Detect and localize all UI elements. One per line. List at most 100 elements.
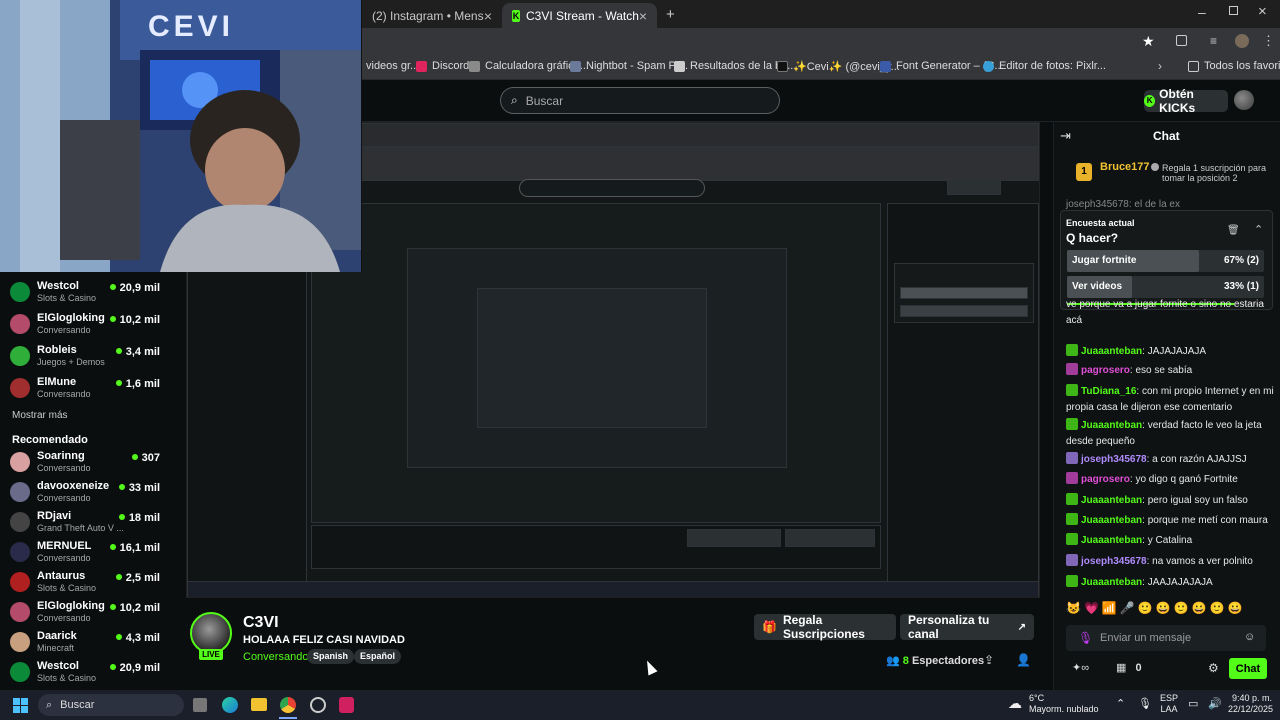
extensions-icon[interactable] [1176,35,1187,46]
search-input[interactable]: ⌕ Buscar [500,87,780,114]
user-badge-icon [1066,472,1078,484]
emote-bar[interactable]: 😺💗📶🎤🙂😀🙂😀🙂😀 [1066,601,1274,619]
weather-widget[interactable]: 6°C Mayorm. nublado [1029,693,1099,715]
tag-spanish[interactable]: Spanish [307,649,355,664]
taskbar-search[interactable]: ⌕ Buscar [38,694,184,716]
channel-name: ElGlogloking [37,600,105,612]
chat-text: : a con razón AJAJJSJ [1146,454,1247,465]
tiktok-live-icon[interactable] [339,697,354,713]
share-icon[interactable]: ⇪ [984,653,994,667]
bookmark[interactable]: Discord [416,60,469,72]
poll-option[interactable]: Jugar fortnite 67% (2) [1067,250,1264,272]
tab-kick-stream[interactable]: K C3VI Stream - Watch Live on Ki × [502,3,657,28]
close-icon[interactable]: × [639,8,647,24]
microphone-icon[interactable]: 🎙 [1138,697,1152,710]
bookmark[interactable]: Nightbot - Spam Pr... [570,60,688,72]
sidebar-channel[interactable]: Westcol Slots & Casino 20,9 mil [10,660,160,688]
minimize-icon[interactable]: – [1198,4,1206,20]
sidebar-channel[interactable]: ElGlogloking Conversando 10,2 mil [10,600,160,628]
chat-username[interactable]: Juaaanteban [1081,577,1142,588]
chat-username[interactable]: Juaaanteban [1081,515,1142,526]
all-bookmarks[interactable]: Todos los favoritos [1188,60,1280,72]
chat-username[interactable]: Juaaanteban [1081,495,1142,506]
sidebar-channel[interactable]: Antaurus Slots & Casino 2,5 mil [10,570,160,598]
poll-question: Q hacer? [1066,231,1119,245]
customize-channel-button[interactable]: Personaliza tu canal ↗ [900,613,1034,641]
channel-avatar[interactable] [190,612,232,654]
language-indicator[interactable]: ESP LAA [1160,693,1178,715]
chevron-up-icon[interactable]: ⌃ [1116,697,1125,710]
star-icon[interactable]: ★ [1142,33,1155,50]
edge-icon[interactable] [222,697,238,713]
maximize-icon[interactable] [1229,6,1238,15]
microphone-icon[interactable]: 🎙 [1078,631,1093,645]
kicks-wallet[interactable]: ▦ 0 [1116,661,1142,674]
chat-username[interactable]: Juaaanteban [1081,535,1142,546]
chat-text: : na vamos a ver polnito [1146,556,1253,567]
channel-avatar [10,378,30,398]
chat-username[interactable]: Juaaanteban [1081,420,1142,431]
send-chat-button[interactable]: Chat [1229,658,1267,679]
channel-category: Minecraft [37,643,75,653]
kicks-icon[interactable]: ✦∞ [1072,661,1089,674]
user-avatar[interactable] [1234,90,1254,110]
collapse-chat-icon[interactable]: ⇥ [1060,128,1071,144]
user-badge-icon [1066,363,1078,375]
chat-username[interactable]: pagroserо [1081,365,1130,376]
task-view-icon[interactable] [193,698,207,712]
windows-start-icon[interactable] [13,698,28,713]
channel-name[interactable]: C3VI [243,614,279,632]
obs-icon[interactable] [310,697,326,713]
sidebar-channel[interactable]: Soarinng Conversando 307 [10,450,160,478]
sidebar-channel[interactable]: Daarick Minecraft 4,3 mil [10,630,160,658]
show-more-link[interactable]: Mostrar más [12,410,68,421]
chat-text: : eso se sabía [1129,365,1193,376]
file-explorer-icon[interactable] [251,698,267,711]
chevron-up-icon[interactable]: ⌃ [1254,223,1263,236]
user-badge-icon [1066,344,1078,356]
chat-message-input[interactable]: Enviar un mensaje [1066,625,1266,651]
follow-icon[interactable]: 👤 [1016,653,1031,667]
sidebar-channel[interactable]: Robleis Juegos + Demos 3,4 mil [10,344,160,372]
get-kicks-button[interactable]: K Obtén KICKs [1144,87,1228,115]
stream-category[interactable]: Conversando [243,651,308,663]
chat-message: Juaaanteban: y Catalina [1066,533,1274,549]
menu-icon[interactable]: ⋮ [1262,33,1275,49]
close-window-icon[interactable]: × [1258,3,1267,20]
network-icon[interactable]: ▭ [1188,697,1198,710]
poll-option[interactable]: Ver videos 33% (1) [1067,276,1264,298]
chat-message: pagroserо: yo digo q ganó Fortnite [1066,472,1274,488]
volume-icon[interactable]: 🔊 [1208,697,1222,710]
emoji-icon[interactable]: ☺ [1244,631,1255,643]
sidebar-channel[interactable]: ElGlogloking Conversando 10,2 mil [10,312,160,340]
chat-username[interactable]: pagroserо [1081,474,1130,485]
tag-espanol[interactable]: Español [354,649,402,664]
tab-label: (2) Instagram • Mensajes [372,8,484,23]
chrome-icon[interactable] [280,697,296,713]
media-icon[interactable]: ≡ [1210,34,1217,48]
leaderboard-pinned[interactable]: 1 Bruce177 Regala 1 suscripción para tom… [1063,159,1273,195]
clock[interactable]: 9:40 p. m. 22/12/2025 [1228,693,1273,715]
delete-icon[interactable]: 🗑 [1227,225,1240,236]
close-icon[interactable]: × [484,8,492,24]
gear-icon[interactable]: ⚙ [1208,661,1219,675]
weather-icon[interactable]: ☁ [1008,695,1022,712]
new-tab-icon[interactable]: + [666,6,675,23]
tab-instagram[interactable]: (2) Instagram • Mensajes × [362,3,502,28]
sidebar-channel[interactable]: davooxeneize Conversando 33 mil [10,480,160,508]
bookmark[interactable]: Editor de fotos: Pixlr... [983,60,1106,72]
sidebar-channel[interactable]: MERNUEL Conversando 16,1 mil [10,540,160,568]
bookmark[interactable]: videos gr... [366,60,419,72]
sidebar-channel[interactable]: RDjavi Grand Theft Auto V ... 18 mil [10,510,160,538]
chat-username[interactable]: TuDiana_16 [1081,386,1136,397]
gift-subs-button[interactable]: 🎁 Regala Suscripciones [754,613,896,641]
document-icon [674,60,685,72]
sidebar-channel[interactable]: ElMune Conversando 1,6 mil [10,376,160,404]
chat-username[interactable]: joseph345678 [1081,454,1147,465]
chevron-right-icon[interactable]: › [1158,59,1162,73]
profile-icon[interactable] [1235,34,1249,48]
sidebar-channel[interactable]: Westcol Slots & Casino 20,9 mil [10,280,160,308]
chat-username[interactable]: joseph345678 [1081,556,1147,567]
nested-kicks-button [947,179,1001,195]
chat-username[interactable]: Juaaanteban [1081,346,1142,357]
